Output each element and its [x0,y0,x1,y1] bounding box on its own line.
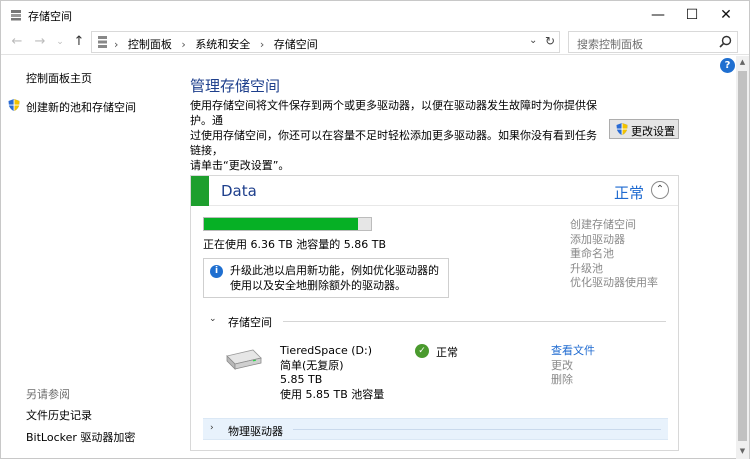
link-upgrade-pool[interactable]: 升级池 [570,262,658,277]
pool-header: Data 正常 ⌃ [191,176,678,206]
breadcrumb-separator-icon: › [259,38,265,51]
pool-status: 正常 [614,184,645,202]
section-divider [293,429,661,430]
title-bar: 存储空间 — ☐ ✕ [1,1,749,29]
space-used: 使用 5.85 TB 池容量 [280,387,385,401]
help-icon[interactable]: ? [720,58,735,73]
link-view-files[interactable]: 查看文件 [551,344,595,359]
close-button[interactable]: ✕ [703,1,749,29]
page-title: 管理存储空间 [190,77,281,95]
uac-shield-icon [616,123,628,135]
scroll-down-arrow-icon[interactable]: ▼ [736,445,749,458]
space-resiliency: 简单(无复原) [280,358,344,372]
space-task-links: 查看文件 更改 删除 [551,344,595,388]
sidebar-item-home[interactable]: 控制面板主页 [26,70,92,86]
space-name: TieredSpace (D:) [280,344,373,357]
chevron-right-icon: › [210,423,214,433]
up-arrow-icon[interactable]: ↑ [71,33,87,51]
storage-spaces-icon [98,36,107,48]
space-status-label: 正常 [436,346,458,359]
back-arrow-icon[interactable]: ← [9,33,25,51]
breadcrumb-control-panel[interactable]: 控制面板 [128,38,172,51]
recent-locations-chevron-icon[interactable]: ⌄ [52,33,68,51]
scrollbar-thumb[interactable] [738,71,747,441]
link-optimize-usage[interactable]: 优化驱动器使用率 [570,276,658,291]
collapse-chevron-icon[interactable]: ⌃ [651,181,669,199]
uac-shield-icon [8,99,20,111]
search-input[interactable]: 搜索控制面板 [568,31,738,53]
pool-usage-text: 正在使用 6.36 TB 池容量的 5.86 TB [203,238,386,251]
address-box[interactable]: › 控制面板 › 系统和安全 › 存储空间 ⌄ ↻ [91,31,560,53]
address-dropdown-chevron-icon[interactable]: ⌄ [529,35,537,46]
physical-drives-label: 物理驱动器 [228,425,283,438]
upgrade-info-text: 升级此池以启用新功能，例如优化驱动器的使用以及安全地删除额外的驱动器。 [230,264,439,292]
drive-icon [226,349,262,370]
space-size: 5.85 TB [280,373,323,386]
address-bar-row: ← → ⌄ ↑ › 控制面板 › 系统和安全 › 存储空间 ⌄ ↻ 搜索控制面板 [1,29,749,55]
space-details: TieredSpace (D:) 简单(无复原) 5.85 TB 使用 5.85… [280,344,384,402]
see-also-heading: 另请参阅 [26,388,70,401]
sidebar: 控制面板主页 创建新的池和存储空间 另请参阅 文件历史记录 BitLocker … [1,57,181,459]
breadcrumb-storage-spaces[interactable]: 存储空间 [274,38,318,51]
breadcrumb-separator-icon: › [181,38,186,51]
link-add-drives[interactable]: 添加驱动器 [570,233,658,248]
breadcrumb-separator-icon: › [114,38,119,51]
sidebar-item-bitlocker[interactable]: BitLocker 驱动器加密 [26,429,135,445]
search-icon[interactable] [717,34,733,50]
physical-drives-section-header[interactable]: › 物理驱动器 [203,418,668,440]
scroll-up-arrow-icon[interactable]: ▲ [736,56,749,69]
pool-task-links: 创建存储空间 添加驱动器 重命名池 升级池 优化驱动器使用率 [570,218,658,291]
forward-arrow-icon[interactable]: → [32,33,48,51]
section-divider [283,321,666,322]
storage-spaces-section-header[interactable]: ⌄ 存储空间 [203,313,666,331]
storage-spaces-label: 存储空间 [228,316,272,329]
description-line: 请单击“更改设置”。 [190,159,290,172]
link-delete-space[interactable]: 删除 [551,373,595,388]
page-description: 使用存储空间将文件保存到两个或更多驱动器，以便在驱动器发生故障时为你提供保护。通… [190,98,605,173]
info-icon: i [210,265,223,278]
pool-health-bar [191,176,209,206]
sidebar-item-file-history[interactable]: 文件历史记录 [26,407,92,423]
pool-usage-bar [203,217,372,231]
description-line: 过使用存储空间，你还可以在容量不足时轻松添加更多驱动器。如果你没有看到任务链接， [190,129,597,157]
pool-name: Data [221,182,257,200]
refresh-icon[interactable]: ↻ [545,34,555,48]
check-ok-icon: ✓ [415,344,429,358]
breadcrumb-system-security[interactable]: 系统和安全 [195,38,250,51]
vertical-scrollbar[interactable]: ▲ ▼ [736,56,749,459]
window: 存储空间 — ☐ ✕ ← → ⌄ ↑ › 控制面板 › 系统和安全 › 存储空间… [0,0,750,459]
storage-spaces-icon [11,10,21,21]
breadcrumb: › 控制面板 › 系统和安全 › 存储空间 [114,36,324,52]
link-create-space[interactable]: 创建存储空间 [570,218,658,233]
chevron-down-icon: ⌄ [209,314,217,324]
upgrade-info-box: i 升级此池以启用新功能，例如优化驱动器的使用以及安全地删除额外的驱动器。 [203,258,449,298]
window-title: 存储空间 [28,10,72,23]
pool-usage-fill [204,218,358,230]
change-settings-button[interactable]: 更改设置 [609,119,679,139]
pool-panel: Data 正常 ⌃ 正在使用 6.36 TB 池容量的 5.86 TB i 升级… [190,175,679,451]
search-placeholder: 搜索控制面板 [577,38,643,51]
change-settings-label: 更改设置 [631,125,675,138]
sidebar-item-create-pool[interactable]: 创建新的池和存储空间 [26,99,136,115]
link-rename-pool[interactable]: 重命名池 [570,247,658,262]
description-line: 使用存储空间将文件保存到两个或更多驱动器，以便在驱动器发生故障时为你提供保护。通 [190,99,597,127]
link-change-space[interactable]: 更改 [551,359,595,374]
